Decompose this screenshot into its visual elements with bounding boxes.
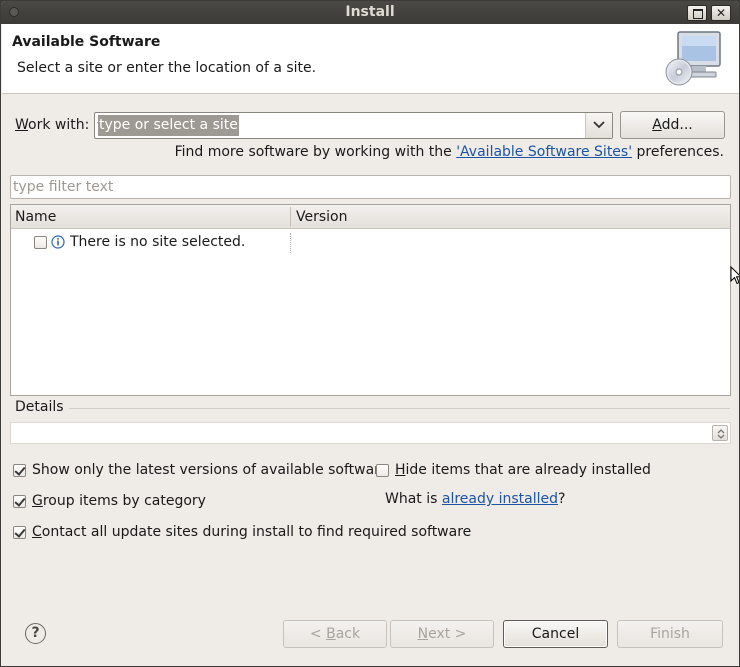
install-computer-icon [665,31,721,86]
more-software-text: Find more software by working with the '… [174,144,724,160]
work-with-dropdown-button[interactable] [585,113,612,138]
table-row[interactable]: There is no site selected. [11,231,730,253]
maximize-button[interactable] [687,5,707,21]
details-label: Details [15,399,64,415]
available-software-sites-link[interactable]: 'Available Software Sites' [456,144,632,160]
details-scroll-button[interactable] [712,425,728,441]
already-installed-link[interactable]: already installed [442,491,558,507]
column-separator[interactable] [290,207,291,227]
work-with-combo[interactable]: type or select a site [94,112,613,139]
hide-installed-label: Hide items that are already installed [395,462,651,478]
table-header: Name Version [11,205,730,229]
finish-button[interactable]: Finish [617,620,723,648]
next-button[interactable]: Next > [390,620,494,648]
close-button[interactable]: ✕ [711,5,731,21]
contact-sites-label: Contact all update sites during install … [32,524,472,540]
what-is-installed-text: What is already installed? [385,491,566,507]
page-title: Available Software [12,34,161,50]
row-checkbox[interactable] [34,236,47,249]
back-button[interactable]: < Back [283,620,387,648]
install-dialog: Install ✕ Available Software Select a si… [0,0,740,667]
add-site-button[interactable]: Add... [620,111,725,139]
page-description: Select a site or enter the location of a… [17,60,317,76]
window-title: Install [345,4,395,20]
row-name: There is no site selected. [70,234,246,250]
title-bar: Install ✕ [1,1,739,24]
software-tree-table[interactable]: Name Version There is no site selected. [10,204,731,396]
up-down-arrows-icon [717,429,725,439]
chevron-down-icon [593,121,605,129]
show-latest-checkbox[interactable] [13,464,26,477]
column-header-version[interactable]: Version [296,209,347,225]
details-divider [69,408,730,409]
work-with-label: Work with: [15,117,90,133]
info-icon [51,235,65,249]
group-by-category-label: Group items by category [32,493,206,509]
dialog-header: Available Software Select a site or ente… [2,24,739,94]
column-header-name[interactable]: Name [15,209,56,225]
filter-input[interactable] [13,177,723,197]
help-icon[interactable]: ? [25,623,46,644]
cancel-button[interactable]: Cancel [503,620,608,648]
work-with-selected-text: type or select a site [98,115,239,136]
group-by-category-checkbox[interactable] [13,495,26,508]
mouse-cursor-icon [730,266,739,285]
column-divider [290,233,291,253]
show-latest-label: Show only the latest versions of availab… [32,462,389,478]
contact-sites-checkbox[interactable] [13,526,26,539]
hide-installed-checkbox[interactable] [376,464,389,477]
details-area[interactable] [10,422,731,444]
filter-field[interactable] [10,175,731,199]
